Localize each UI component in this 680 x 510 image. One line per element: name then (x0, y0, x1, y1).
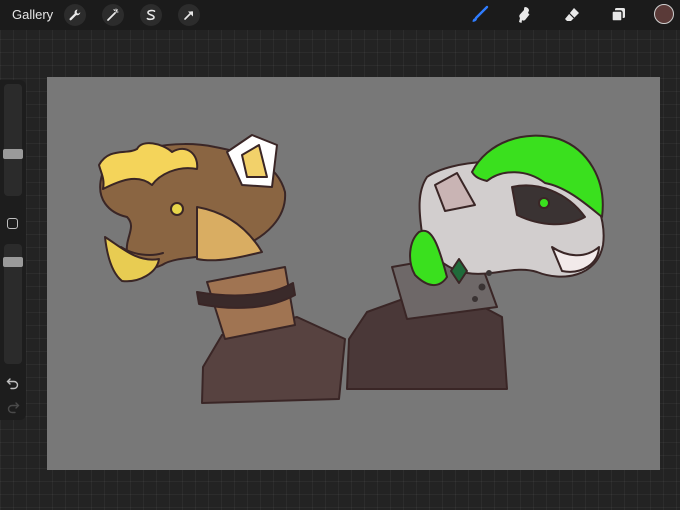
side-toolbar (0, 80, 26, 420)
brush-size-thumb[interactable] (3, 149, 23, 159)
color-picker-button[interactable] (654, 4, 674, 24)
transform-button[interactable] (178, 4, 200, 26)
undo-icon[interactable] (6, 376, 20, 390)
drawing-canvas[interactable] (47, 77, 660, 470)
adjustments-button[interactable] (102, 4, 124, 26)
wrench-icon (68, 8, 82, 22)
layers-button[interactable] (606, 4, 630, 26)
opacity-slider[interactable] (3, 244, 23, 364)
selection-icon (144, 8, 158, 22)
redo-icon[interactable] (6, 400, 20, 414)
transform-arrow-icon (182, 8, 196, 22)
modify-button[interactable] (7, 218, 18, 229)
brush-tool-button[interactable] (468, 4, 492, 26)
gallery-button[interactable]: Gallery (12, 7, 53, 22)
top-toolbar: Gallery (0, 0, 680, 30)
magic-wand-icon (106, 8, 120, 22)
left-character-eye (170, 202, 184, 216)
opacity-thumb[interactable] (3, 257, 23, 267)
layers-icon (608, 5, 628, 25)
selection-button[interactable] (140, 4, 162, 26)
right-character-spot (478, 283, 486, 291)
brush-size-slider[interactable] (3, 84, 23, 196)
artwork (98, 134, 605, 404)
right-character-spot (472, 296, 478, 302)
actions-button[interactable] (64, 4, 86, 26)
right-character-spot (486, 270, 492, 276)
brush-icon (470, 5, 490, 25)
right-character-eye (538, 197, 550, 209)
smudge-icon (514, 5, 534, 25)
eraser-icon (562, 5, 582, 25)
eraser-tool-button[interactable] (560, 4, 584, 26)
smudge-tool-button[interactable] (512, 4, 536, 26)
